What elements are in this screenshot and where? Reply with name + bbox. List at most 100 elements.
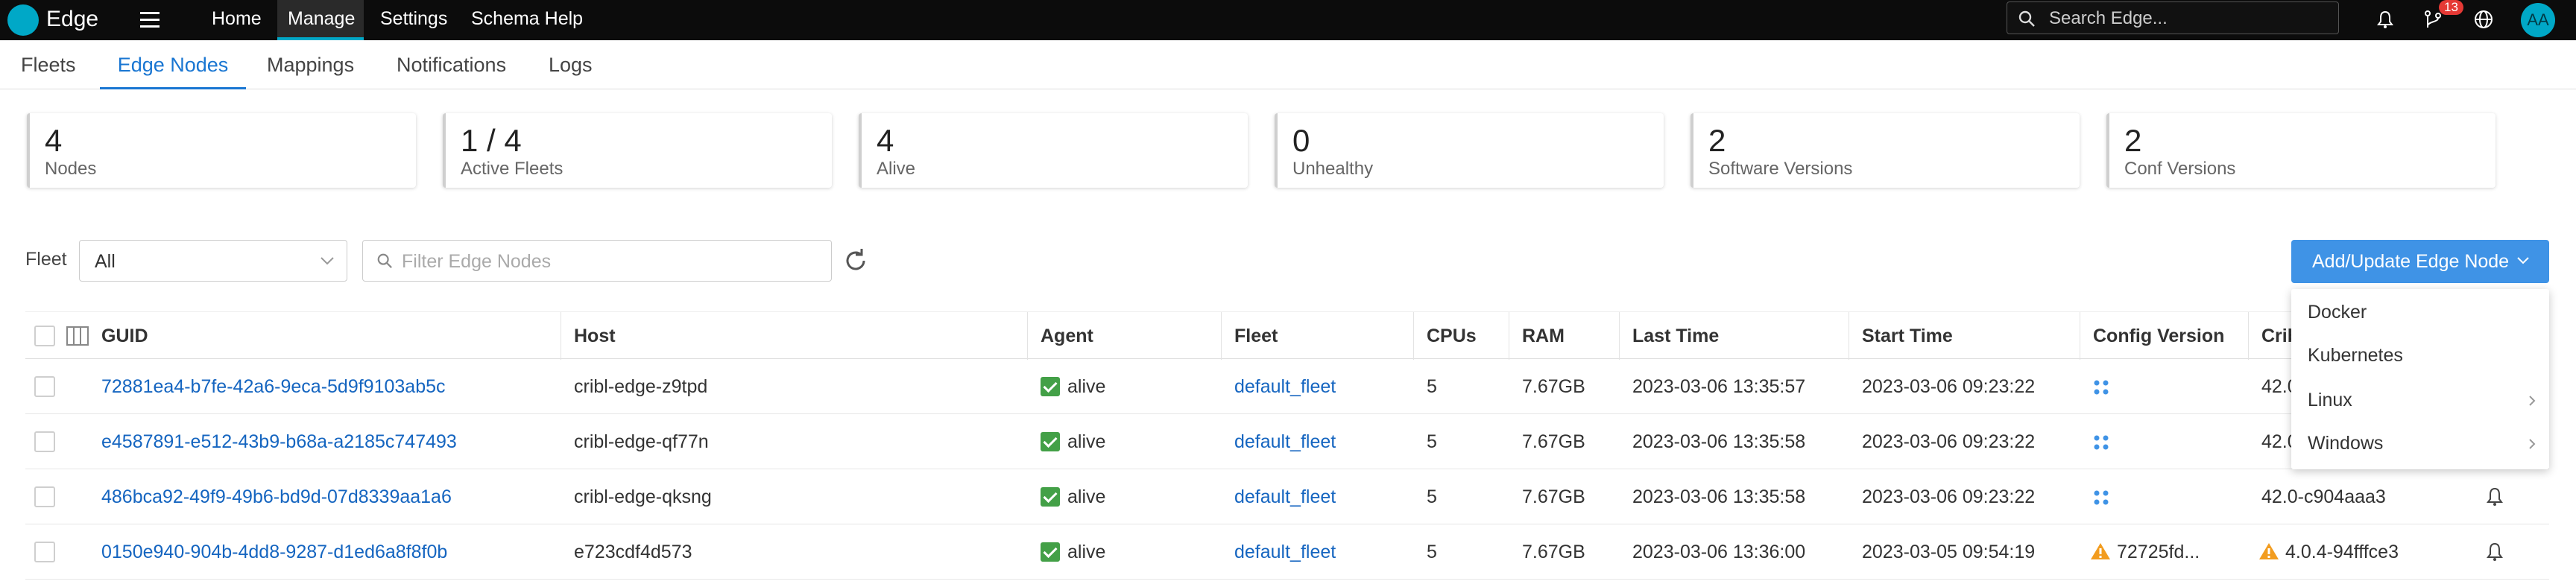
row-checkbox[interactable] (34, 542, 55, 562)
guid-link[interactable]: e4587891-e512-43b9-b68a-a2185c747493 (101, 414, 457, 469)
cribl-version-value: 4.0.4-94fffce3 (2285, 542, 2399, 562)
menu-item-windows[interactable]: Windows (2291, 422, 2549, 465)
cpus-cell: 5 (1427, 431, 1437, 452)
topnav-schema-help[interactable]: Schema Help (461, 0, 587, 40)
guid-link[interactable]: 486bca92-49f9-49b6-bd9d-07d8339aa1a6 (101, 469, 452, 524)
cpus-cell: 5 (1427, 542, 1437, 562)
fleet-link[interactable]: default_fleet (1234, 414, 1336, 469)
stat-label: Active Fleets (461, 159, 564, 179)
agent-status: alive (1067, 486, 1106, 507)
topnav-manage[interactable]: Manage (277, 0, 364, 40)
bell-icon[interactable] (2373, 7, 2397, 31)
config-version-cell: 72725fd... (2090, 524, 2200, 580)
menu-item-kubernetes[interactable]: Kubernetes (2291, 334, 2549, 377)
columns-icon[interactable] (66, 326, 89, 346)
bell-icon[interactable] (2485, 542, 2504, 562)
hamburger-menu-icon[interactable] (137, 7, 162, 33)
column-header-ram[interactable]: RAM (1522, 312, 1565, 360)
tab-fleets[interactable]: Fleets (21, 40, 76, 89)
tab-logs[interactable]: Logs (549, 40, 593, 89)
edge-logo-icon[interactable] (7, 4, 39, 36)
search-icon (2018, 10, 2035, 27)
cribl-version-cell: 4.0.4-94fffce3 (2258, 524, 2399, 580)
stat-card-unhealthy: 0 Unhealthy (1275, 113, 1664, 188)
agent-status: alive (1067, 542, 1106, 562)
warning-icon (2091, 543, 2110, 559)
topnav-home[interactable]: Home (200, 0, 274, 40)
fleet-select[interactable]: All (79, 240, 347, 282)
column-header-last-time[interactable]: Last Time (1632, 312, 1719, 360)
stat-card-alive: 4 Alive (859, 113, 1248, 188)
stat-label: Nodes (45, 159, 97, 179)
app-name[interactable]: Edge (46, 3, 98, 36)
add-update-edge-node-button[interactable]: Add/Update Edge Node (2291, 240, 2549, 283)
row-checkbox[interactable] (34, 376, 55, 397)
stat-value: 2 (2124, 123, 2142, 158)
tab-mappings[interactable]: Mappings (267, 40, 354, 89)
top-bar: Edge Home Manage Settings Schema Help Se… (0, 0, 2576, 40)
guid-link[interactable]: 72881ea4-b7fe-42a6-9eca-5d9f9103ab5c (101, 359, 446, 414)
guid-link[interactable]: 0150e940-904b-4dd8-9287-d1ed6a8f8f0b (101, 524, 447, 580)
stat-label: Unhealthy (1292, 159, 1374, 179)
ram-cell: 7.67GB (1522, 431, 1585, 452)
checkmark-icon (1041, 377, 1060, 396)
filter-edge-nodes-input[interactable]: Filter Edge Nodes (362, 240, 832, 282)
user-avatar[interactable]: AA (2521, 3, 2555, 37)
column-header-fleet[interactable]: Fleet (1234, 312, 1278, 360)
column-header-agent[interactable]: Agent (1041, 312, 1093, 360)
globe-icon[interactable] (2472, 7, 2496, 31)
agent-status: alive (1067, 376, 1106, 397)
chevron-down-icon (321, 257, 334, 265)
add-edge-node-menu: Docker Kubernetes Linux Windows (2291, 289, 2549, 469)
cpus-cell: 5 (1427, 486, 1437, 507)
chevron-right-icon (2529, 396, 2536, 406)
checkmark-icon (1041, 432, 1060, 451)
cribl-version-cell: 42.0-c904aaa3 (2261, 486, 2386, 507)
menu-item-linux[interactable]: Linux (2291, 378, 2549, 422)
topnav-settings[interactable]: Settings (370, 0, 455, 40)
table-row: e4587891-e512-43b9-b68a-a2185c747493 cri… (25, 414, 2549, 469)
fleet-link[interactable]: default_fleet (1234, 469, 1336, 524)
fleet-link[interactable]: default_fleet (1234, 524, 1336, 580)
stat-card-nodes: 4 Nodes (27, 113, 416, 188)
column-header-guid[interactable]: GUID (101, 312, 148, 360)
menu-item-docker[interactable]: Docker (2291, 291, 2549, 334)
config-dots-icon[interactable] (2093, 379, 2111, 396)
tab-notifications[interactable]: Notifications (397, 40, 506, 89)
column-header-host[interactable]: Host (574, 312, 616, 360)
fleet-select-value: All (95, 251, 116, 272)
agent-cell: alive (1041, 524, 1105, 580)
refresh-icon[interactable] (841, 246, 871, 276)
stat-value: 1 / 4 (461, 123, 522, 158)
start-time-cell: 2023-03-06 09:23:22 (1862, 486, 2036, 507)
column-header-start-time[interactable]: Start Time (1862, 312, 1953, 360)
stat-card-conf-versions: 2 Conf Versions (2106, 113, 2496, 188)
agent-cell: alive (1041, 359, 1105, 414)
stat-value: 2 (1708, 123, 1726, 158)
stat-card-active-fleets: 1 / 4 Active Fleets (443, 113, 832, 188)
checkmark-icon (1041, 487, 1060, 507)
column-header-cpus[interactable]: CPUs (1427, 312, 1477, 360)
ram-cell: 7.67GB (1522, 542, 1585, 562)
table-row: 486bca92-49f9-49b6-bd9d-07d8339aa1a6 cri… (25, 469, 2549, 524)
stat-value: 4 (877, 123, 894, 158)
fleet-link[interactable]: default_fleet (1234, 359, 1336, 414)
chevron-right-icon (2529, 439, 2536, 449)
start-time-cell: 2023-03-05 09:54:19 (1862, 542, 2036, 562)
tab-edge-nodes[interactable]: Edge Nodes (100, 40, 246, 89)
stat-value: 4 (45, 123, 63, 158)
column-header-config-version[interactable]: Config Version (2093, 312, 2224, 360)
start-time-cell: 2023-03-06 09:23:22 (1862, 431, 2036, 452)
ram-cell: 7.67GB (1522, 376, 1585, 397)
menu-item-label: Windows (2308, 433, 2384, 454)
select-all-checkbox[interactable] (34, 326, 55, 346)
stat-value: 0 (1292, 123, 1310, 158)
config-dots-icon[interactable] (2093, 434, 2111, 451)
global-search-input[interactable]: Search Edge... (2007, 1, 2339, 34)
bell-icon[interactable] (2485, 486, 2504, 507)
filter-placeholder: Filter Edge Nodes (402, 251, 552, 272)
row-checkbox[interactable] (34, 486, 55, 507)
stat-label: Conf Versions (2124, 159, 2236, 179)
config-dots-icon[interactable] (2093, 489, 2111, 506)
row-checkbox[interactable] (34, 431, 55, 452)
